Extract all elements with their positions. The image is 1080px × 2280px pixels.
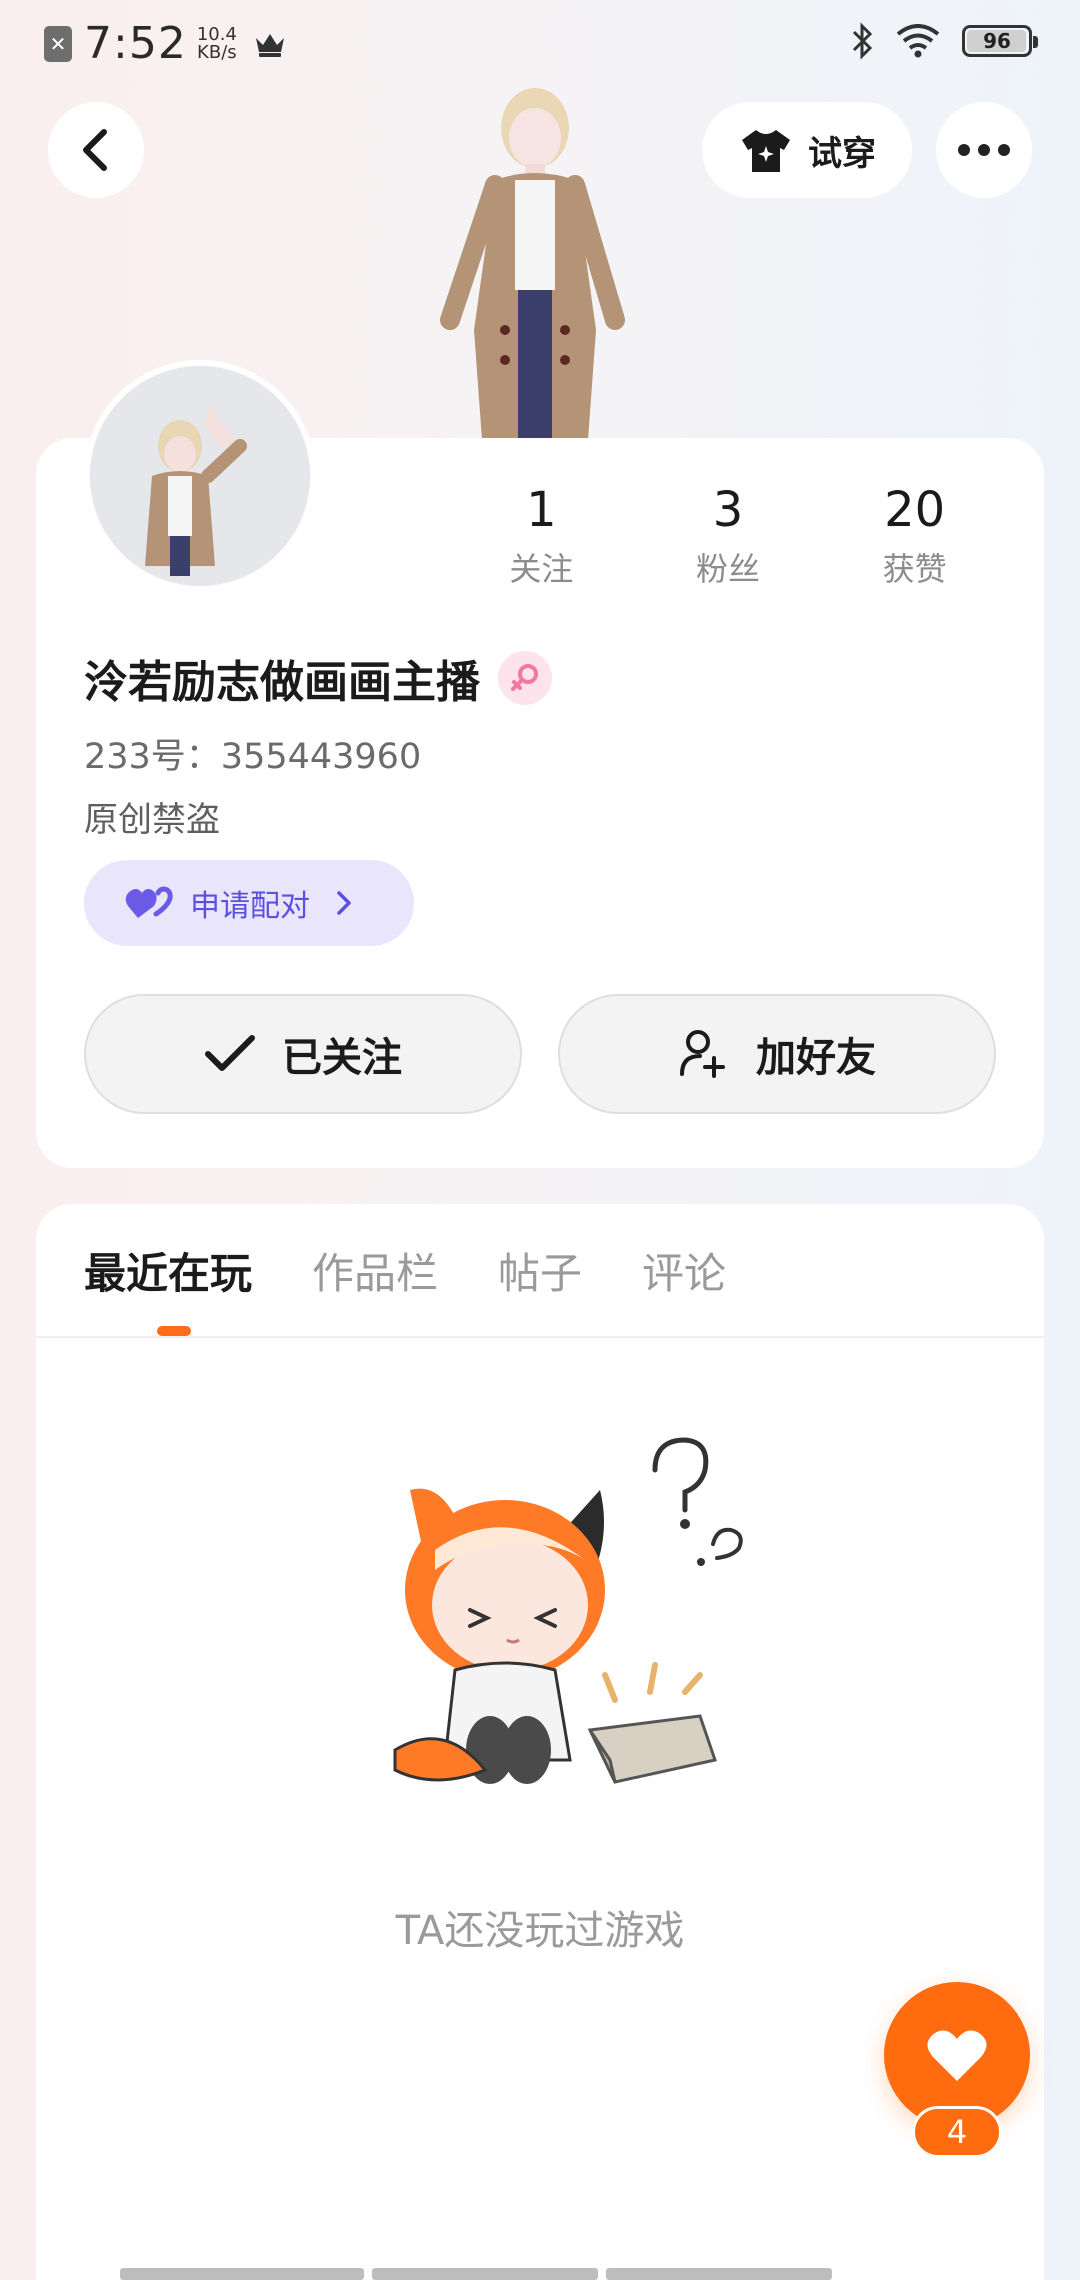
more-dot-icon — [998, 144, 1010, 156]
bottom-bar-segment — [606, 2268, 832, 2280]
request-pair-button[interactable]: 申请配对 — [84, 860, 414, 946]
stat-value: 3 — [712, 482, 744, 538]
tab-recently-played[interactable]: 最近在玩 — [84, 1240, 252, 1301]
stat-label: 粉丝 — [696, 550, 761, 588]
add-friend-button[interactable]: 加好友 — [558, 994, 996, 1114]
network-speed-unit: KB/s — [197, 41, 237, 63]
stat-label: 获赞 — [882, 550, 947, 588]
back-button[interactable] — [48, 102, 144, 198]
followed-label: 已关注 — [282, 1035, 402, 1081]
network-speed-value: 10.4 — [196, 23, 237, 45]
stat-following[interactable]: 1 关注 — [448, 480, 635, 590]
check-icon — [205, 1035, 255, 1071]
status-bar: ✕ 7:52 10.4 KB/s 96 — [0, 0, 1080, 90]
stat-value: 1 — [526, 482, 557, 538]
profile-tabs: 最近在玩 作品栏 帖子 评论 — [84, 1240, 726, 1301]
bottom-content-hint — [120, 2268, 832, 2280]
tab-comments[interactable]: 评论 — [642, 1240, 726, 1301]
tshirt-icon — [742, 130, 790, 172]
battery-level: 96 — [983, 29, 1011, 53]
add-user-icon — [680, 1030, 725, 1078]
bottom-bar-segment — [120, 2268, 364, 2280]
more-options-button[interactable] — [936, 102, 1032, 198]
stat-followers[interactable]: 3 粉丝 — [635, 480, 822, 590]
followed-button[interactable]: 已关注 — [84, 994, 522, 1114]
profile-name: 泠若励志做画画主播 — [84, 657, 480, 708]
active-tab-indicator — [157, 1326, 191, 1336]
more-dot-icon — [958, 144, 970, 156]
empty-state-text: TA还没玩过游戏 — [395, 1908, 685, 1954]
stat-likes[interactable]: 20 获赞 — [821, 480, 1008, 590]
bluetooth-icon — [852, 22, 873, 60]
profile-stats: 1 关注 3 粉丝 20 获赞 — [448, 480, 1008, 590]
like-count-badge: 4 — [912, 2106, 1002, 2158]
try-on-label: 试穿 — [808, 133, 876, 174]
tab-works[interactable]: 作品栏 — [312, 1240, 438, 1301]
empty-state-illustration — [393, 1437, 743, 1784]
bottom-bar-segment — [372, 2268, 598, 2280]
status-time: 7:52 — [84, 18, 187, 69]
tab-divider — [36, 1336, 1044, 1338]
name-row: 泠若励志做画画主播 — [84, 646, 552, 710]
no-sim-icon: ✕ — [44, 25, 72, 62]
profile-bio: 原创禁盗 — [84, 800, 220, 840]
request-pair-label: 申请配对 — [190, 889, 310, 924]
battery-icon: 96 — [962, 25, 1038, 57]
avatar-image — [90, 366, 310, 586]
more-dot-icon — [978, 144, 990, 156]
tab-posts[interactable]: 帖子 — [498, 1240, 582, 1301]
avatar-character-image — [440, 88, 625, 440]
female-icon — [498, 651, 552, 705]
user-id: 233号：355443960 — [84, 737, 422, 777]
network-speed: 10.4 KB/s — [196, 23, 237, 63]
stat-label: 关注 — [509, 550, 574, 588]
add-friend-label: 加好友 — [756, 1035, 876, 1081]
heart-pair-icon — [125, 886, 173, 918]
crown-icon — [255, 33, 284, 57]
stat-value: 20 — [884, 482, 946, 538]
avatar[interactable] — [84, 360, 316, 592]
heart-icon — [927, 2030, 987, 2081]
wifi-icon — [896, 24, 940, 58]
chevron-right-icon — [337, 891, 351, 915]
chevron-left-icon — [83, 129, 107, 171]
try-on-button[interactable]: 试穿 — [702, 102, 912, 198]
